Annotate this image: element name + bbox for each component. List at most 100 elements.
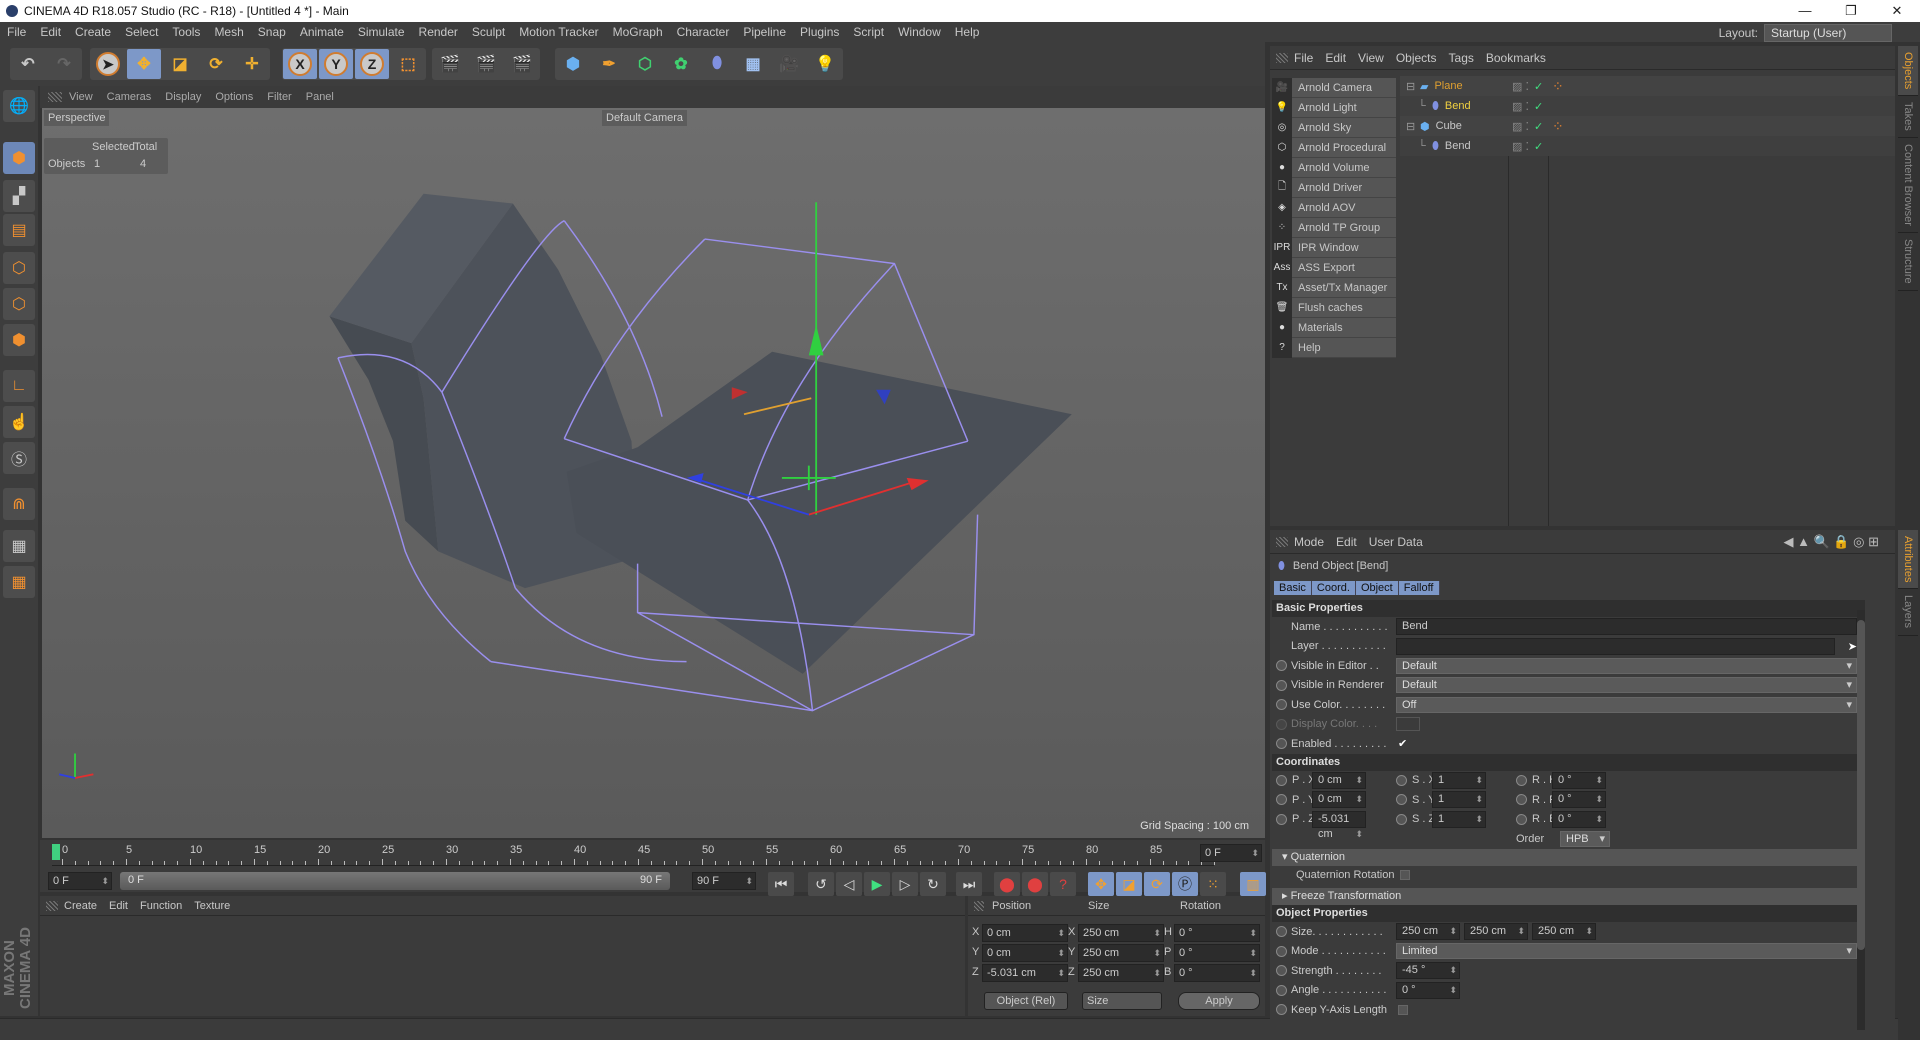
last-tool-icon[interactable]: ✛ bbox=[235, 49, 269, 79]
animate-radio[interactable] bbox=[1516, 794, 1527, 806]
size-field[interactable]: 250 cm bbox=[1078, 924, 1164, 942]
menu-pipeline[interactable]: Pipeline bbox=[736, 25, 793, 39]
current-frame-field[interactable]: 0 F bbox=[1200, 844, 1262, 862]
quaternion-rotation-checkbox[interactable] bbox=[1400, 870, 1411, 881]
scale-field[interactable]: 1 bbox=[1432, 791, 1486, 809]
keep-y-axis-checkbox[interactable] bbox=[1398, 1004, 1408, 1015]
object-menu-tags[interactable]: Tags bbox=[1443, 51, 1480, 65]
key-position-icon[interactable]: ✥ bbox=[1088, 872, 1114, 896]
scale-field[interactable]: 1 bbox=[1432, 771, 1486, 789]
object-menu-view[interactable]: View bbox=[1352, 51, 1390, 65]
layer-field[interactable] bbox=[1396, 637, 1835, 655]
workplane-mode-icon[interactable]: ▤ bbox=[3, 214, 35, 246]
animate-radio[interactable] bbox=[1396, 794, 1407, 806]
object-name[interactable]: Bend bbox=[1445, 100, 1471, 112]
tab-basic[interactable]: Basic bbox=[1274, 581, 1312, 595]
size-mode-dropdown[interactable]: Size bbox=[1082, 992, 1162, 1010]
object-name[interactable]: Plane bbox=[1434, 80, 1462, 92]
x-axis-lock-button[interactable]: X bbox=[283, 49, 317, 79]
animate-radio[interactable] bbox=[1396, 774, 1407, 786]
record-keys-icon[interactable]: ⬤ bbox=[994, 872, 1020, 896]
animate-radio[interactable] bbox=[1276, 660, 1287, 672]
next-frame-icon[interactable]: ▷ bbox=[892, 872, 918, 896]
viewport-menu-filter[interactable]: Filter bbox=[260, 91, 298, 103]
size-y-field[interactable]: 250 cm bbox=[1464, 923, 1528, 941]
object-name[interactable]: Bend bbox=[1445, 140, 1471, 152]
render-settings-icon[interactable]: 🎬 bbox=[505, 49, 539, 79]
close-button[interactable]: ✕ bbox=[1874, 0, 1920, 22]
camera-label[interactable]: Default Camera bbox=[602, 110, 688, 126]
viewport-menu-view[interactable]: View bbox=[62, 91, 100, 103]
menu-help[interactable]: Help bbox=[948, 25, 987, 39]
side-tab-takes[interactable]: Takes bbox=[1898, 96, 1918, 139]
position-field[interactable]: -5.031 cm bbox=[982, 964, 1068, 982]
y-axis-lock-button[interactable]: Y bbox=[319, 49, 353, 79]
layout-dropdown[interactable]: Startup (User) bbox=[1764, 24, 1892, 42]
menu-simulate[interactable]: Simulate bbox=[351, 25, 412, 39]
material-menu-create[interactable]: Create bbox=[58, 900, 103, 912]
animate-radio[interactable] bbox=[1276, 794, 1287, 806]
subdivision-surface-icon[interactable]: ⬡ bbox=[628, 49, 662, 79]
animate-radio[interactable] bbox=[1276, 1004, 1287, 1016]
animate-radio[interactable] bbox=[1276, 699, 1287, 711]
animate-radio[interactable] bbox=[1276, 679, 1287, 691]
palette-item-flush-caches[interactable]: 🗑 Flush caches bbox=[1272, 297, 1396, 318]
position-field[interactable]: 0 cm bbox=[982, 944, 1068, 962]
rotate-icon[interactable]: ⟳ bbox=[199, 49, 233, 79]
object-menu-edit[interactable]: Edit bbox=[1319, 51, 1352, 65]
key-rotation-icon[interactable]: ⟳ bbox=[1144, 872, 1170, 896]
menu-render[interactable]: Render bbox=[412, 25, 465, 39]
side-tab-objects[interactable]: Objects bbox=[1898, 46, 1918, 97]
size-z-field[interactable]: 250 cm bbox=[1532, 923, 1596, 941]
animate-radio[interactable] bbox=[1396, 813, 1407, 825]
collapse-icon[interactable]: ⊟ bbox=[1406, 80, 1420, 93]
tab-coord[interactable]: Coord. bbox=[1311, 581, 1356, 595]
menu-tools[interactable]: Tools bbox=[165, 25, 207, 39]
palette-item-arnold-volume[interactable]: ● Arnold Volume bbox=[1272, 157, 1396, 178]
palette-item-arnold-procedural[interactable]: ⬡ Arnold Procedural bbox=[1272, 137, 1396, 158]
maximize-button[interactable]: ❐ bbox=[1828, 0, 1874, 22]
visible-in-renderer-dropdown[interactable]: Default bbox=[1396, 677, 1857, 694]
tab-object[interactable]: Object bbox=[1355, 581, 1399, 595]
animate-radio[interactable] bbox=[1276, 926, 1287, 938]
menu-animate[interactable]: Animate bbox=[293, 25, 351, 39]
freeze-transformation-group[interactable]: ▸ Freeze Transformation bbox=[1272, 888, 1865, 905]
enabled-check-icon[interactable]: ✓ bbox=[1534, 80, 1543, 93]
material-menu-texture[interactable]: Texture bbox=[188, 900, 236, 912]
tab-falloff[interactable]: Falloff bbox=[1398, 581, 1440, 595]
model-mode-icon[interactable]: ⬢ bbox=[3, 142, 35, 174]
rotation-field[interactable]: 0 ° bbox=[1552, 791, 1606, 809]
cloner-icon[interactable]: ✿ bbox=[664, 49, 698, 79]
menu-file[interactable]: File bbox=[0, 25, 33, 39]
rotation-order-dropdown[interactable]: HPB bbox=[1560, 830, 1610, 847]
enabled-check-icon[interactable]: ✓ bbox=[1534, 140, 1543, 153]
quaternion-group[interactable]: ▾ Quaternion bbox=[1272, 848, 1865, 866]
size-x-field[interactable]: 250 cm bbox=[1396, 923, 1460, 941]
object-menu-file[interactable]: File bbox=[1288, 51, 1319, 65]
tag-icon[interactable]: ⁘ bbox=[1552, 118, 1564, 135]
rotation-field[interactable]: 0 ° bbox=[1174, 944, 1260, 962]
edges-mode-icon[interactable]: ⬡ bbox=[3, 288, 35, 320]
frame-range-slider[interactable]: 0 F 90 F bbox=[120, 872, 670, 890]
snap-icon[interactable]: Ⓢ bbox=[3, 442, 35, 474]
go-to-end-icon[interactable]: ⏭ bbox=[956, 872, 982, 896]
palette-item-arnold-tp-group[interactable]: ⁘ Arnold TP Group bbox=[1272, 217, 1396, 238]
animate-radio[interactable] bbox=[1276, 984, 1287, 996]
rotation-field[interactable]: 0 ° bbox=[1552, 810, 1606, 828]
menu-select[interactable]: Select bbox=[118, 25, 165, 39]
workplane-icon[interactable]: ▦ bbox=[3, 566, 35, 598]
object-menu-bookmarks[interactable]: Bookmarks bbox=[1480, 51, 1552, 65]
workplane-lock-icon[interactable]: ▦ bbox=[3, 530, 35, 562]
coordinate-mode-dropdown[interactable]: Object (Rel) bbox=[984, 992, 1068, 1010]
enabled-check-icon[interactable]: ✓ bbox=[1534, 120, 1543, 133]
polygons-mode-icon[interactable]: ⬢ bbox=[3, 324, 35, 356]
angle-field[interactable]: 0 ° bbox=[1396, 981, 1460, 999]
apply-button[interactable]: Apply bbox=[1178, 992, 1260, 1010]
menu-script[interactable]: Script bbox=[846, 25, 891, 39]
render-picture-viewer-icon[interactable]: 🎬 bbox=[469, 49, 503, 79]
next-key-icon[interactable]: ↻ bbox=[920, 872, 946, 896]
redo-icon[interactable]: ↷ bbox=[47, 49, 81, 79]
scale-icon[interactable]: ◪ bbox=[163, 49, 197, 79]
collapse-icon[interactable]: ⊟ bbox=[1406, 120, 1420, 133]
viewport-menu-cameras[interactable]: Cameras bbox=[100, 91, 159, 103]
